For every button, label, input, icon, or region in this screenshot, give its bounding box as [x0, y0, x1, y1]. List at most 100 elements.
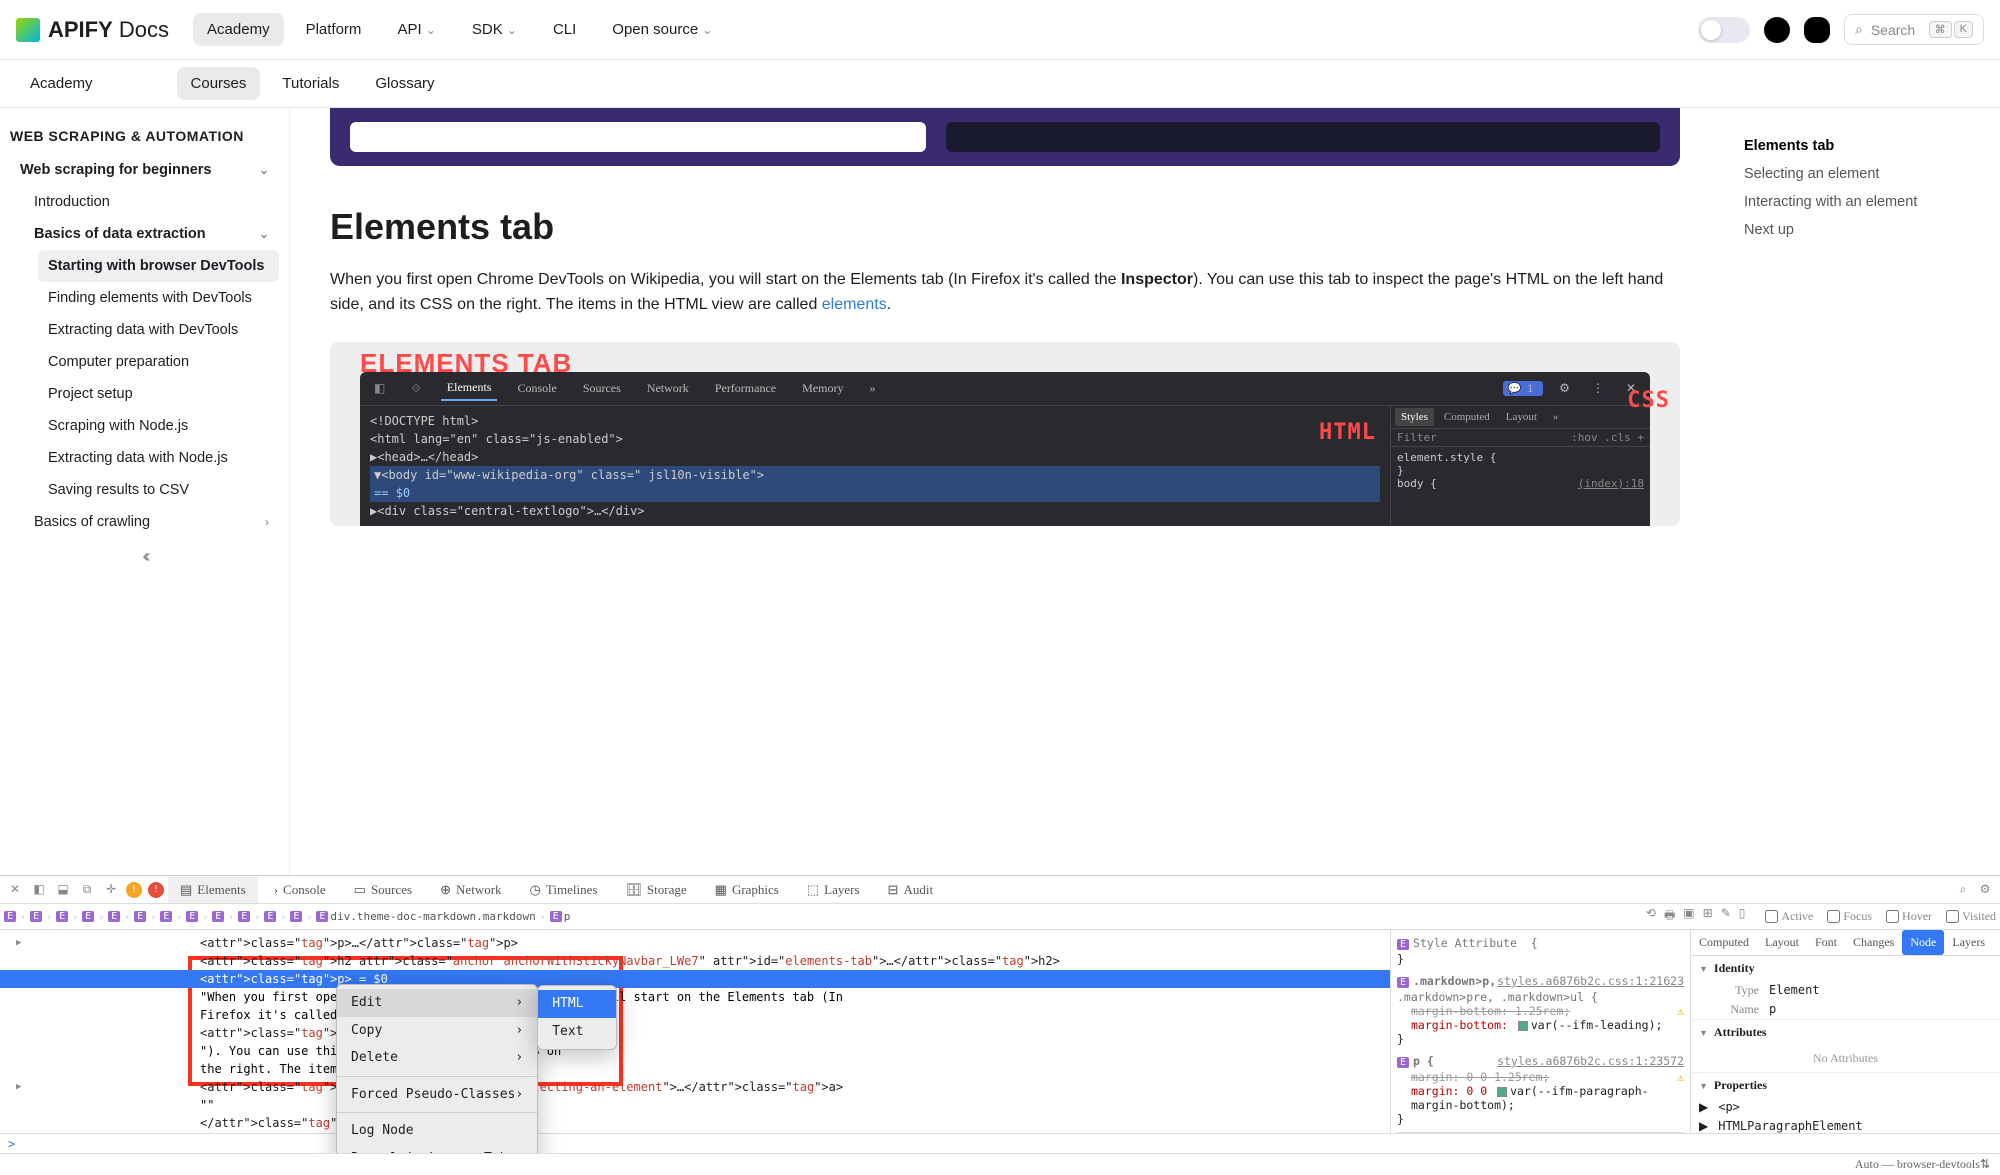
sidebar-item-basics-extraction[interactable]: Basics of data extraction⌄ [24, 218, 279, 250]
errors-badge[interactable]: ! [148, 882, 164, 898]
ctx-log-node[interactable]: Log Node [337, 1117, 537, 1145]
pseudo-hover[interactable]: Hover [1886, 909, 1932, 924]
theme-toggle[interactable] [1698, 17, 1750, 43]
ctx-copy[interactable]: Copy› [337, 1017, 537, 1045]
properties-header[interactable]: Properties [1714, 1078, 1767, 1093]
print-styles-icon[interactable]: 🖶 [1664, 906, 1675, 927]
sidebar-collapse-button[interactable]: ‹‹ [10, 546, 279, 567]
crumb[interactable]: E [56, 911, 68, 922]
crumb[interactable]: E [238, 911, 250, 922]
css-source-link[interactable]: styles.a6876b2c.css:1:21623 [1497, 974, 1684, 988]
sidebar-item-finding[interactable]: Finding elements with DevTools [38, 282, 279, 314]
ctx-delete[interactable]: Delete› [337, 1044, 537, 1072]
crumb-tool-icon[interactable]: ⟲ [1646, 906, 1656, 927]
attributes-header[interactable]: Attributes [1714, 1025, 1767, 1040]
inspector-tab-timelines[interactable]: ◷ Timelines [518, 876, 610, 903]
dom-tree[interactable]: ▶<attr">class="tag">p>…</attr">class="ta… [0, 930, 1390, 1153]
identity-header[interactable]: Identity [1714, 961, 1755, 976]
toc-selecting[interactable]: Selecting an element [1736, 160, 1984, 188]
close-inspector-button[interactable]: ✕ [6, 881, 24, 899]
github-icon[interactable] [1764, 17, 1790, 43]
rulers-icon[interactable]: ▯ [1739, 906, 1746, 927]
subnav-courses[interactable]: Courses [177, 67, 261, 100]
sidebar-item-extracting-devtools[interactable]: Extracting data with DevTools [38, 314, 279, 346]
det-tab-layout[interactable]: Layout [1757, 930, 1807, 955]
crumb[interactable]: E [108, 911, 120, 922]
inspector-settings-button[interactable]: ⚙ [1976, 881, 1994, 899]
discord-icon[interactable] [1804, 17, 1830, 43]
crumb[interactable]: E [186, 911, 198, 922]
dom-line[interactable]: "). You can use thi left hand side, and … [0, 1042, 1390, 1060]
console-prompt[interactable]: > [0, 1133, 2000, 1153]
dom-line[interactable]: "" [0, 1096, 1390, 1114]
crumb-p[interactable]: E p [550, 910, 571, 923]
inspector-tab-layers[interactable]: ⬚ Layers [795, 876, 872, 903]
crumb-markdown[interactable]: E div.theme-doc-markdown.markdown [316, 910, 535, 923]
sidebar-item-introduction[interactable]: Introduction [24, 186, 279, 218]
crumb[interactable]: E [160, 911, 172, 922]
dock-bottom-button[interactable]: ⬓ [54, 881, 72, 899]
ctx-edit-html[interactable]: HTML [538, 990, 616, 1018]
nav-api[interactable]: API ⌄ [383, 13, 449, 46]
sidebar-item-computer-prep[interactable]: Computer preparation [38, 346, 279, 378]
pseudo-visited[interactable]: Visited [1946, 909, 1996, 924]
crumb[interactable]: E [30, 911, 42, 922]
logo[interactable]: APIFY Docs [16, 17, 169, 43]
sidebar-item-scraping-node[interactable]: Scraping with Node.js [38, 410, 279, 442]
subnav-tutorials[interactable]: Tutorials [268, 67, 353, 100]
inspector-tab-graphics[interactable]: ▦ Graphics [703, 876, 791, 903]
dom-line[interactable]: ▶ <attr">class="tag">a attr">href="/acad… [0, 1078, 1390, 1096]
crumb[interactable]: E [82, 911, 94, 922]
sidebar-item-starting-devtools[interactable]: Starting with browser DevTools [38, 250, 279, 282]
nav-cli[interactable]: CLI [539, 13, 590, 46]
dom-line[interactable]: Firefox it's called the " [0, 1006, 1390, 1024]
pseudo-focus[interactable]: Focus [1827, 909, 1872, 924]
nav-opensource[interactable]: Open source ⌄ [598, 13, 726, 46]
toc-next-up[interactable]: Next up [1736, 216, 1984, 244]
sidebar-item-extracting-node[interactable]: Extracting data with Node.js [38, 442, 279, 474]
dom-line[interactable]: <attr">class="tag">h2 attr">class="ancho… [0, 952, 1390, 970]
dock-popout-button[interactable]: ⧉ [78, 881, 96, 899]
sidebar-item-beginners[interactable]: Web scraping for beginners⌄ [10, 154, 279, 186]
crumb[interactable]: E [134, 911, 146, 922]
inspector-search-button[interactable]: ⌕ [1954, 881, 1972, 899]
compositing-icon[interactable]: ▣ [1683, 906, 1694, 927]
nav-sdk[interactable]: SDK ⌄ [458, 13, 531, 46]
dom-line[interactable]: ▶<attr">class="tag">p>…</attr">class="ta… [0, 934, 1390, 952]
crumb[interactable]: E [4, 911, 16, 922]
subnav-academy[interactable]: Academy [16, 67, 107, 100]
element-picker-button[interactable]: ✛ [102, 881, 120, 899]
pseudo-active[interactable]: Active [1765, 909, 1813, 924]
det-tab-layers[interactable]: Layers [1944, 930, 1993, 955]
inspector-tab-console[interactable]: › Console [262, 876, 338, 903]
inspector-tab-sources[interactable]: ▭ Sources [342, 876, 424, 903]
grid-icon[interactable]: ⊞ [1703, 906, 1713, 927]
sidebar-item-basics-crawling[interactable]: Basics of crawling› [24, 506, 279, 538]
css-source-link[interactable]: styles.a6876b2c.css:1:23572 [1497, 1054, 1684, 1068]
paint-icon[interactable]: ✎ [1721, 906, 1731, 927]
subnav-glossary[interactable]: Glossary [361, 67, 448, 100]
dom-line[interactable]: <attr">class="tag">strong>Inspector</ [0, 1024, 1390, 1042]
inspector-tab-elements[interactable]: ▤ Elements [168, 876, 258, 903]
ctx-edit-text[interactable]: Text [538, 1018, 616, 1046]
crumb[interactable]: E [264, 911, 276, 922]
sidebar-item-saving-csv[interactable]: Saving results to CSV [38, 474, 279, 506]
det-tab-changes[interactable]: Changes [1845, 930, 1902, 955]
ctx-reveal-layers[interactable]: Reveal in Layers Tab [337, 1145, 537, 1154]
toc-elements-tab[interactable]: Elements tab [1736, 132, 1984, 160]
inspector-tab-audit[interactable]: ⊟ Audit [876, 876, 946, 903]
crumb[interactable]: E [212, 911, 224, 922]
dom-line[interactable]: </attr">class="tag">p> [0, 1114, 1390, 1132]
det-tab-node[interactable]: Node [1902, 930, 1944, 955]
crumb[interactable]: E [290, 911, 302, 922]
inspector-tab-network[interactable]: ⊕ Network [428, 876, 513, 903]
nav-platform[interactable]: Platform [292, 13, 376, 46]
inspector-tab-storage[interactable]: 🗄 Storage [613, 876, 698, 903]
sidebar-item-project-setup[interactable]: Project setup [38, 378, 279, 410]
nav-academy[interactable]: Academy [193, 13, 284, 46]
elements-link[interactable]: elements [822, 296, 887, 313]
search-input[interactable]: ⌕ Search ⌘ K [1844, 14, 1984, 45]
dom-line[interactable]: the right. The item [0, 1060, 1390, 1078]
dom-line[interactable]: <attr">class="tag">p> = $0 [0, 970, 1390, 988]
toc-interacting[interactable]: Interacting with an element [1736, 188, 1984, 216]
